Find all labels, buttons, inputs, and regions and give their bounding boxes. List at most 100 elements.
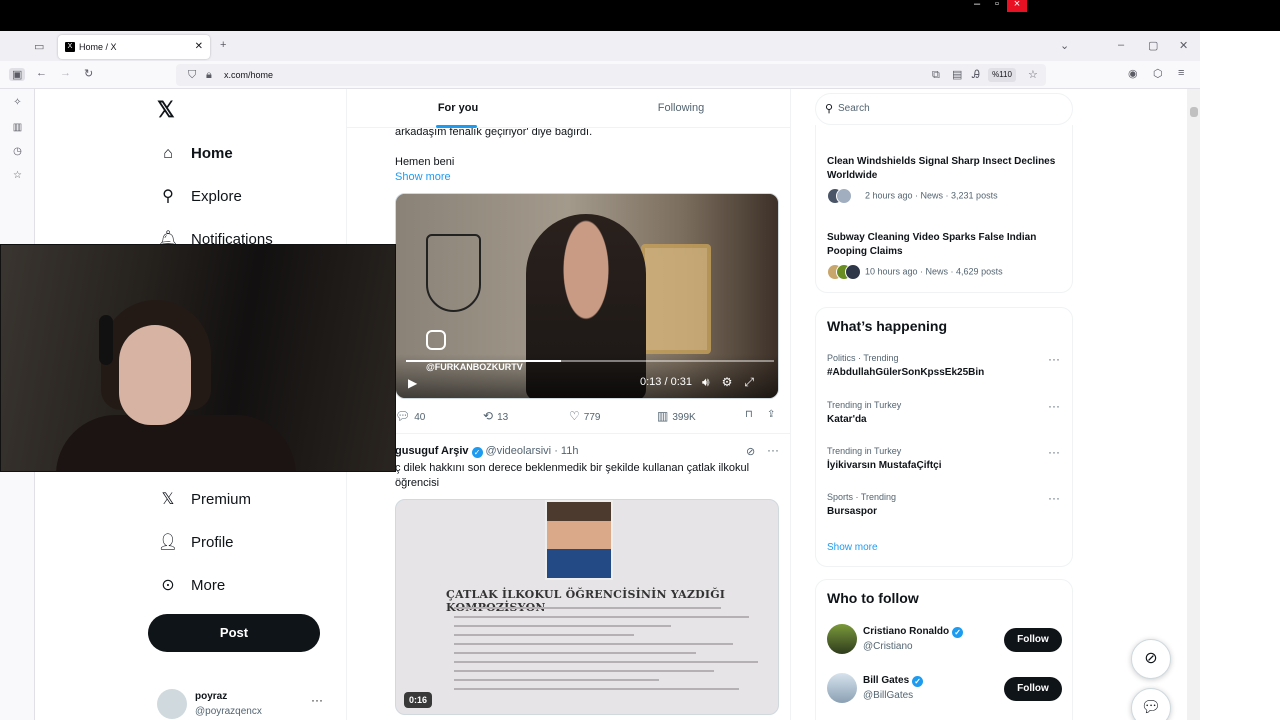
account-handle: @poyrazqencx [195, 706, 262, 717]
trend-name[interactable]: #AbdullahGülerSonKpssEk25Bin [827, 367, 984, 378]
grok-icon[interactable]: ⊘ [746, 445, 755, 458]
forward-icon[interactable]: → [60, 67, 71, 79]
reload-icon[interactable]: ↻ [84, 67, 93, 80]
trend-category: Sports · Trending [827, 492, 897, 502]
minimize-icon[interactable]: – [967, 0, 987, 12]
window-minimize-icon[interactable]: – [1118, 39, 1124, 51]
active-tab-indicator [436, 125, 477, 128]
repost-button[interactable]: ⟲ 13 [483, 409, 508, 423]
like-button[interactable]: ♡ 779 [569, 409, 600, 423]
synced-tabs-icon[interactable]: ▥ [11, 122, 24, 135]
news-item-title[interactable]: Subway Cleaning Video Sparks False India… [827, 231, 1057, 259]
close-tab-icon[interactable]: ✕ [195, 35, 203, 59]
tweet-header: gusuguf Arşiv ✓ @videolarsivi · 11h [395, 445, 578, 458]
bookmarks-icon[interactable]: ☆ [11, 170, 24, 183]
nav-home-label: Home [191, 145, 233, 162]
webcam-overlay [0, 244, 396, 472]
scrollbar-thumb[interactable] [1190, 107, 1198, 117]
follow-suggestion-name-text: Bill Gates [863, 675, 910, 686]
nav-home[interactable]: ⌂ Home [157, 139, 233, 169]
share-icon[interactable]: ⇪ [767, 409, 775, 420]
news-item-meta-text: 2 hours ago · News · 3,231 posts [865, 190, 998, 201]
trend-category: Trending in Turkey [827, 400, 902, 410]
reply-button[interactable]: 💬︎ 40 [395, 409, 425, 423]
history-icon[interactable]: ◷ [11, 146, 24, 159]
extensions-icon[interactable]: ⬡ [1153, 67, 1163, 80]
tab-list-icon[interactable]: ▭ [34, 40, 44, 53]
search-icon: ⚲ [162, 188, 174, 205]
window-restore-icon[interactable]: ▢ [1148, 39, 1158, 52]
follow-button[interactable]: Follow [1004, 628, 1062, 652]
ai-chat-icon[interactable]: ✧ [11, 97, 24, 110]
back-icon[interactable]: ← [36, 67, 47, 79]
author-name[interactable]: gusuguf Arşiv [395, 445, 469, 457]
trend-name[interactable]: Bursaspor [827, 506, 877, 517]
trend-category: Trending in Turkey [827, 446, 902, 456]
account-icon[interactable]: ◉ [1128, 67, 1138, 80]
nav-explore[interactable]: ⚲ Explore [157, 182, 242, 212]
window-close-icon[interactable]: ✕ [1179, 39, 1188, 52]
reader-icon[interactable]: ▤ [952, 64, 962, 86]
show-more-link[interactable]: Show more [827, 542, 878, 553]
card-title: Who to follow [827, 590, 919, 606]
settings-icon[interactable]: ⚙ [722, 375, 745, 389]
avatar[interactable] [827, 673, 857, 703]
url-bar[interactable]: ⛉ 🔒︎ x.com/home ⧉ ▤ Ꭿ %110 ☆ [176, 64, 1046, 86]
post-button[interactable]: Post [148, 614, 320, 652]
more-icon[interactable]: ··· [767, 443, 779, 457]
translate-icon[interactable]: Ꭿ [972, 64, 980, 86]
volume-icon[interactable]: 🔊︎ [702, 375, 722, 389]
whats-happening-card: What’s happening Politics · Trending #Ab… [815, 307, 1073, 567]
close-icon[interactable]: × [1007, 0, 1027, 12]
more-icon[interactable]: ··· [1048, 445, 1060, 459]
tweet-video[interactable]: @FURKANBOZKURTV ▶ 0:13 / 0:31 🔊︎⚙⤢ [395, 193, 779, 399]
follow-suggestion-handle: @BillGates [863, 690, 914, 701]
screenshot-icon[interactable]: ⧉ [932, 64, 940, 86]
more-icon[interactable]: ··· [1048, 399, 1060, 413]
trend-name[interactable]: Katar'da [827, 414, 867, 425]
more-icon[interactable]: ··· [311, 693, 323, 707]
search-placeholder: Search [838, 103, 870, 114]
follow-button[interactable]: Follow [1004, 677, 1062, 701]
sidebar-toggle-icon[interactable]: ▣ [9, 68, 26, 81]
scrollbar[interactable] [1187, 89, 1200, 720]
nav-premium[interactable]: 𝕏 Premium [157, 485, 251, 515]
show-more-link[interactable]: Show more [395, 171, 451, 183]
follow-suggestion-name[interactable]: Cristiano Ronaldo ✓ [863, 626, 966, 638]
tab-home[interactable]: X Home / X ✕ [58, 35, 210, 59]
bookmark-star-icon[interactable]: ☆ [1028, 64, 1038, 86]
tweet-video[interactable]: ÇATLAK İLKOKUL ÖĞRENCİSİNİN YAZDIĞI KOMP… [395, 499, 779, 715]
timeline: For you Following arkadaşım fenalık geçi… [346, 89, 791, 720]
play-icon[interactable]: ▶ [408, 376, 417, 390]
grok-icon[interactable]: ⊘ [1131, 639, 1171, 679]
search-input[interactable]: ⚲ Search [815, 93, 1073, 125]
tab-following[interactable]: Following [570, 89, 790, 128]
chevron-down-icon[interactable]: ⌄ [1060, 39, 1069, 52]
follow-suggestion-name[interactable]: Bill Gates ✓ [863, 675, 926, 687]
nav-profile[interactable]: 👤︎ Profile [157, 528, 234, 558]
fullscreen-icon[interactable]: ⤢ [744, 375, 766, 389]
x-logo-icon[interactable]: 𝕏 [157, 97, 175, 123]
nav-more[interactable]: ⊙ More [157, 571, 225, 601]
account-switcher[interactable]: poyraz @poyrazqencx ··· [157, 689, 337, 720]
new-tab-icon[interactable]: + [220, 39, 226, 51]
headphones [99, 315, 113, 365]
more-icon[interactable]: ··· [1048, 491, 1060, 505]
more-icon[interactable]: ··· [1048, 352, 1060, 366]
views-button[interactable]: ▥ 399K [657, 409, 696, 423]
zoom-level[interactable]: %110 [988, 68, 1016, 82]
news-item-title[interactable]: Clean Windshields Signal Sharp Insect De… [827, 155, 1057, 183]
messages-icon[interactable]: 💬︎ [1131, 688, 1171, 720]
tab-for-you[interactable]: For you [347, 89, 569, 128]
author-handle[interactable]: @videolarsivi [486, 445, 552, 457]
avatar[interactable] [827, 624, 857, 654]
bookmark-icon[interactable]: ⊓ [745, 409, 753, 420]
search-icon: ⚲ [825, 103, 834, 115]
nav-bar: ▣ ← → ↻ ⛉ 🔒︎ x.com/home ⧉ ▤ Ꭿ %110 ☆ ◉ ⬡… [0, 61, 1200, 89]
menu-icon[interactable]: ≡ [1178, 67, 1184, 79]
heart-icon: ♡ [569, 409, 580, 423]
lock-icon: 🔒︎ [206, 69, 212, 81]
maximize-icon[interactable]: ▫ [987, 0, 1007, 12]
nav-more-label: More [191, 577, 226, 594]
trend-name[interactable]: İyikivarsın MustafaÇiftçi [827, 460, 941, 471]
